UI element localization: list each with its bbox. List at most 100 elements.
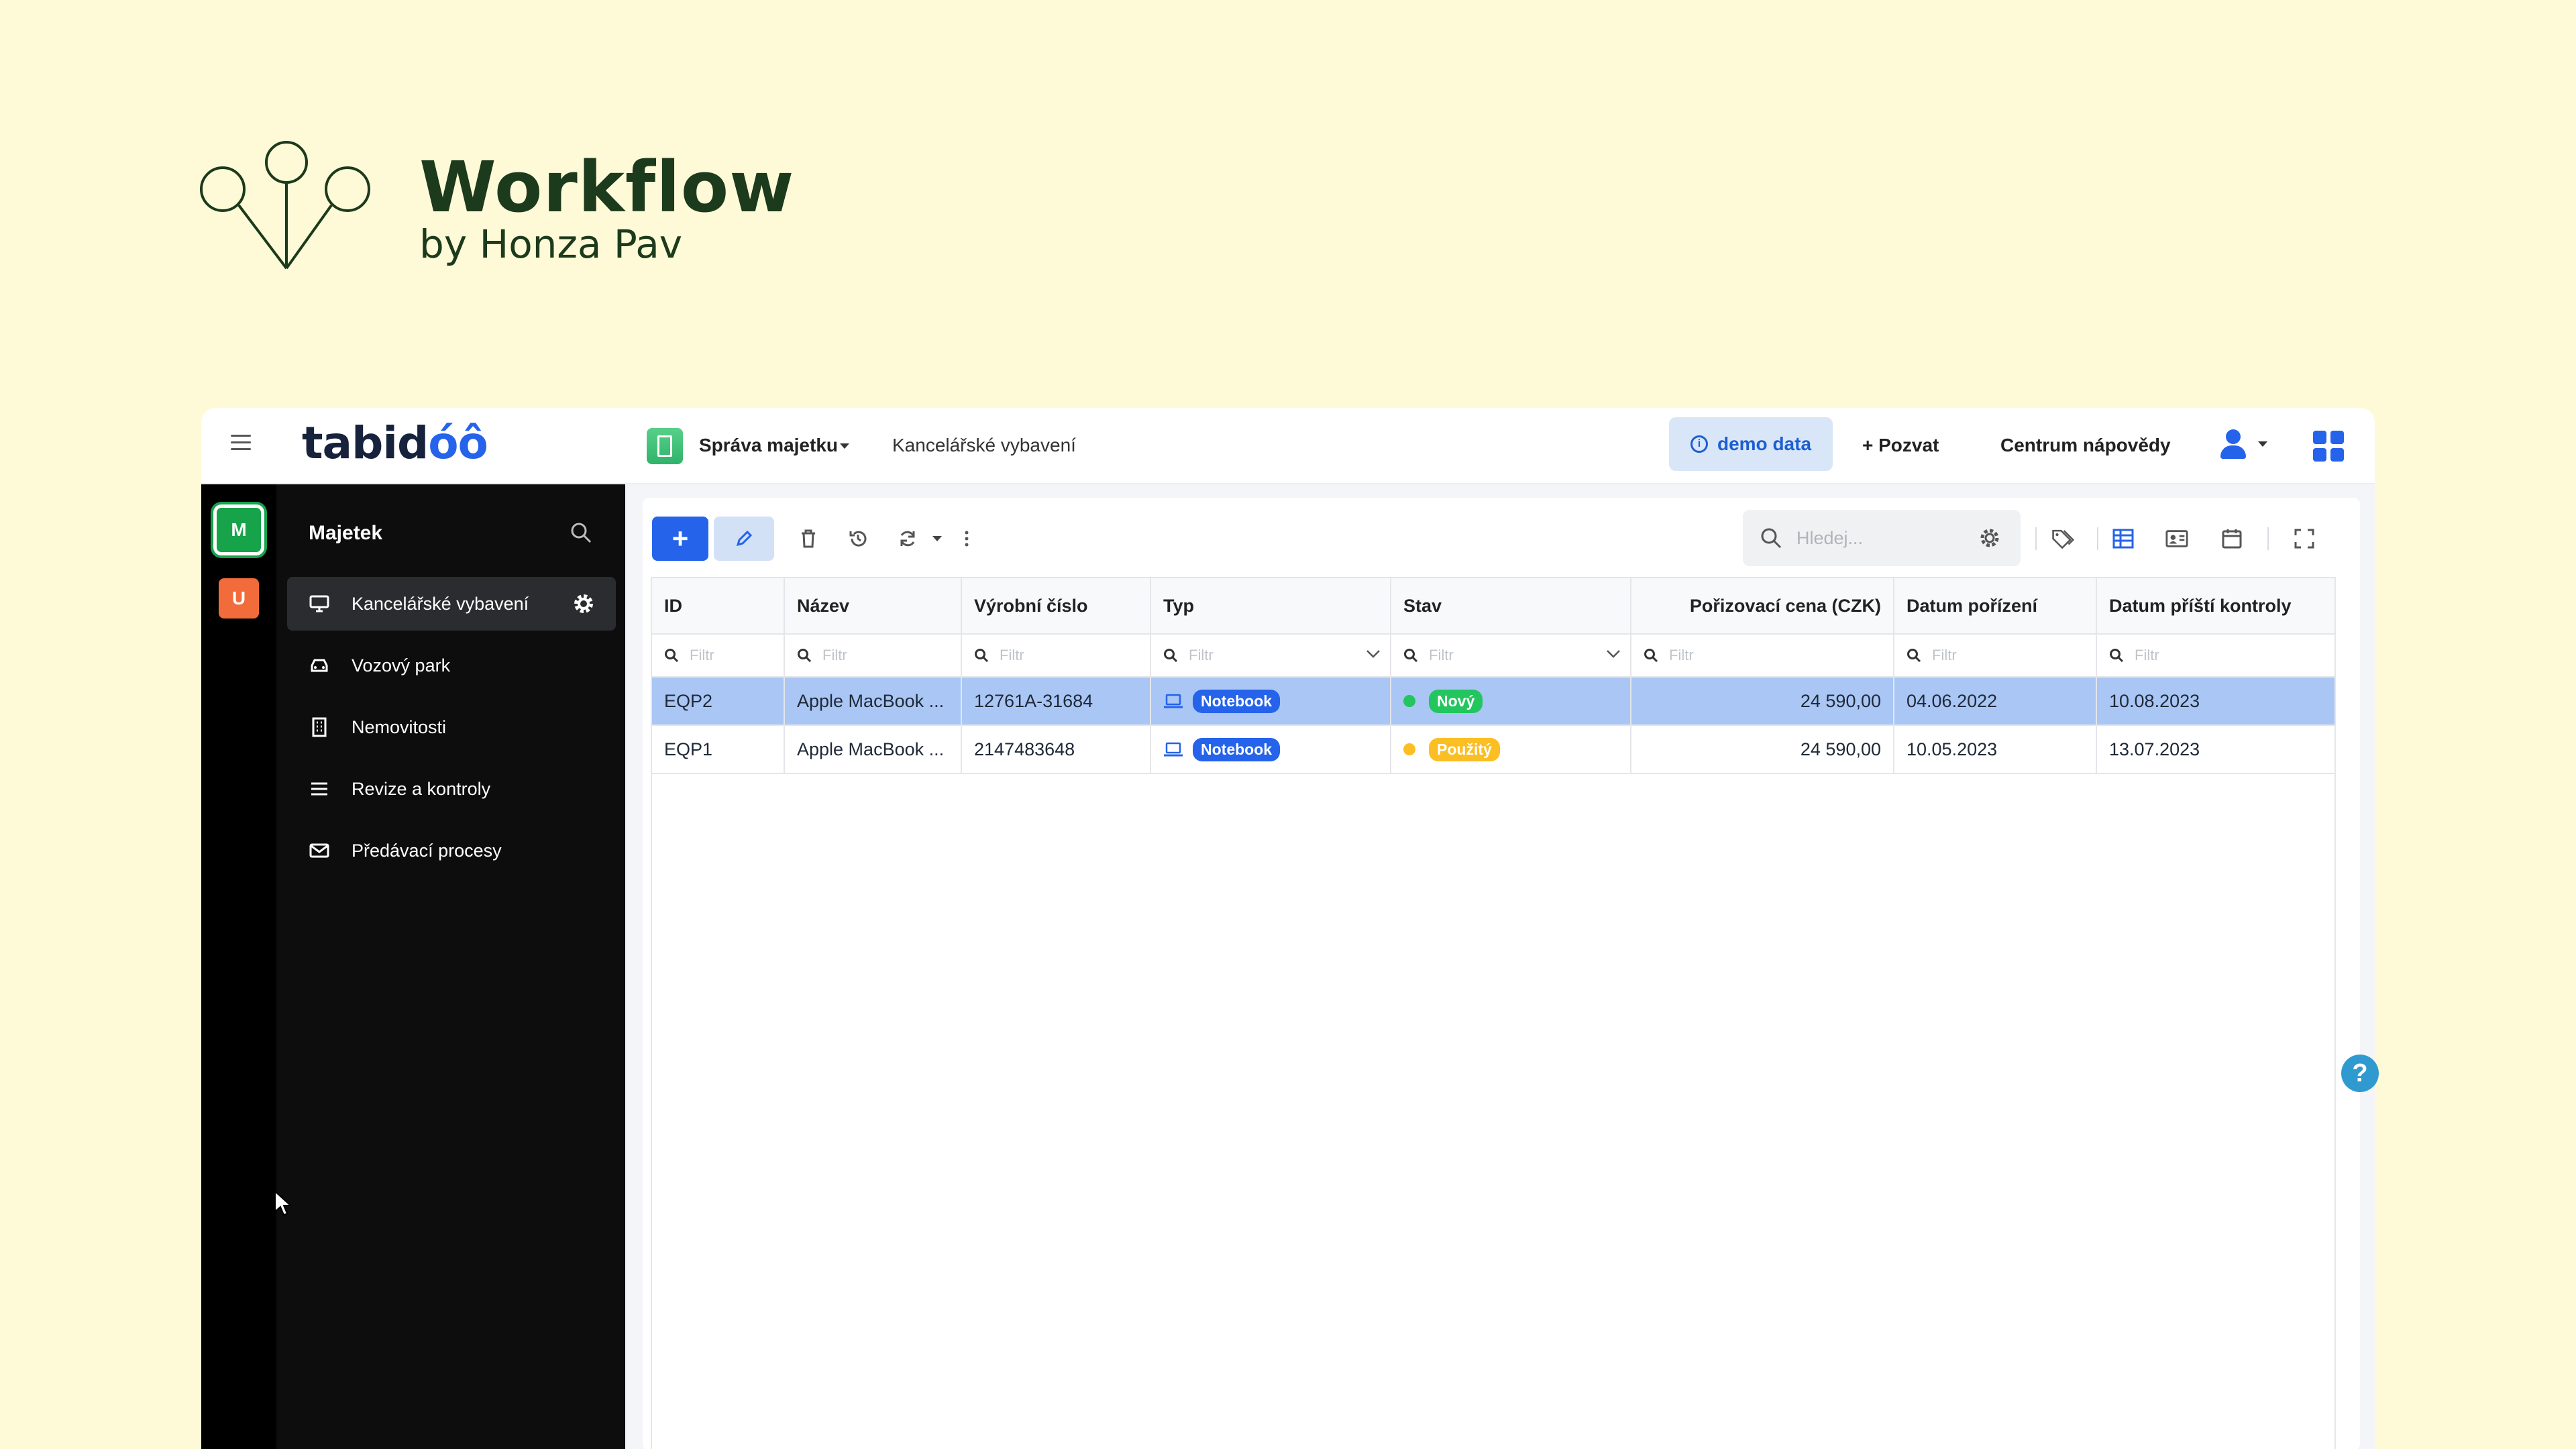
status-dot <box>1403 695 1415 707</box>
sidebar: Majetek Kancelářské vybavení Vozový park… <box>276 484 625 1449</box>
column-header-purchase-date[interactable]: Datum pořízení <box>1894 578 2097 633</box>
search-box <box>1743 510 2021 566</box>
module-dropdown[interactable]: Správa majetku <box>699 435 838 456</box>
column-header-status[interactable]: Stav <box>1391 578 1631 633</box>
edit-button[interactable] <box>714 517 774 561</box>
cell-next-check: 10.08.2023 <box>2109 690 2200 711</box>
gear-icon[interactable] <box>572 592 596 616</box>
column-header-serial[interactable]: Výrobní číslo <box>962 578 1151 633</box>
building-icon <box>307 715 331 739</box>
workflow-logo-icon <box>200 141 370 270</box>
fullscreen-icon[interactable] <box>2293 527 2316 550</box>
divider <box>2035 527 2037 550</box>
cell-purchase-date: 04.06.2022 <box>1894 678 2097 724</box>
list-icon <box>307 777 331 801</box>
calendar-view-icon[interactable] <box>2220 527 2243 550</box>
search-input[interactable] <box>1796 523 1971 553</box>
filter-name[interactable]: Filtr <box>785 635 962 676</box>
card-view-icon[interactable] <box>2165 527 2188 550</box>
cell-serial: 12761A-31684 <box>962 678 1151 724</box>
workspace-m[interactable]: M <box>213 504 264 555</box>
sidebar-item-handover[interactable]: Předávací procesy <box>287 824 616 877</box>
info-icon: i <box>1690 435 1708 453</box>
search-icon <box>1404 649 1418 663</box>
column-header-price[interactable]: Pořizovací cena (CZK) <box>1631 578 1894 633</box>
column-header-type[interactable]: Typ <box>1151 578 1391 633</box>
table-row[interactable]: EQP2 Apple MacBook ... 12761A-31684 Note… <box>652 678 2334 726</box>
filter-price[interactable]: Filtr <box>1631 635 1894 676</box>
status-dot <box>1403 743 1415 755</box>
column-header-name[interactable]: Název <box>785 578 962 633</box>
search-icon[interactable] <box>569 521 593 545</box>
cell-purchase-date: 10.05.2023 <box>1894 726 2097 773</box>
user-menu[interactable] <box>2220 429 2274 462</box>
filter-type[interactable]: Filtr <box>1151 635 1391 676</box>
table-header-row: ID Název Výrobní číslo Typ Stav Pořizova… <box>652 578 2334 635</box>
apps-grid-icon[interactable] <box>2313 431 2344 462</box>
tags-icon[interactable] <box>2051 527 2074 550</box>
caret-down-icon[interactable] <box>840 443 849 449</box>
search-icon <box>975 649 989 663</box>
sidebar-item-label: Vozový park <box>352 655 451 676</box>
demo-data-button[interactable]: i demo data <box>1669 417 1833 471</box>
sidebar-item-real-estate[interactable]: Nemovitosti <box>287 700 616 754</box>
search-icon <box>798 649 812 663</box>
cell-price: 24 590,00 <box>1631 726 1894 773</box>
records-table: ID Název Výrobní číslo Typ Stav Pořizova… <box>651 577 2336 1449</box>
filter-id[interactable]: Filtr <box>652 635 785 676</box>
more-vertical-icon[interactable] <box>955 527 978 550</box>
history-icon[interactable] <box>847 527 869 550</box>
refresh-options-caret-icon[interactable] <box>926 527 949 550</box>
column-header-id[interactable]: ID <box>652 578 785 633</box>
demo-data-label: demo data <box>1717 433 1812 454</box>
cell-price: 24 590,00 <box>1631 678 1894 724</box>
status-badge: Nový <box>1429 689 1483 713</box>
divider <box>2097 527 2098 550</box>
app-window: tabidóô Správa majetku Kancelářské vyb… <box>201 408 2375 1449</box>
cell-id: EQP2 <box>652 678 785 724</box>
brand-subtitle: by Honza Pav <box>419 221 683 267</box>
cell-name: Apple MacBook ... <box>785 678 962 724</box>
divider <box>2267 527 2269 550</box>
help-center-link[interactable]: Centrum nápovědy <box>2000 435 2171 456</box>
cell-status: Použitý <box>1391 726 1631 773</box>
user-icon <box>2226 429 2241 444</box>
refresh-icon[interactable] <box>896 527 919 550</box>
search-settings-gear-icon[interactable] <box>1978 526 2002 550</box>
workspace-u[interactable]: U <box>219 578 259 619</box>
cell-name: Apple MacBook ... <box>785 726 962 773</box>
hamburger-menu-icon[interactable] <box>231 435 251 455</box>
car-icon <box>307 653 331 678</box>
cell-serial: 2147483648 <box>962 726 1151 773</box>
table-view-icon[interactable] <box>2112 527 2135 550</box>
help-bubble-button[interactable]: ? <box>2341 1055 2379 1092</box>
add-record-button[interactable]: + <box>652 517 708 561</box>
sidebar-item-label: Nemovitosti <box>352 716 447 737</box>
sidebar-title: Majetek <box>309 522 383 544</box>
invite-button[interactable]: + Pozvat <box>1862 435 1939 456</box>
tabidoo-logo[interactable]: tabidóô <box>302 417 488 469</box>
search-icon <box>1164 649 1178 663</box>
table-row[interactable]: EQP1 Apple MacBook ... 2147483648 Notebo… <box>652 726 2334 774</box>
sidebar-item-inspections[interactable]: Revize a kontroly <box>287 762 616 816</box>
filter-row: Filtr Filtr Filtr Filtr Filtr Filtr Filt… <box>652 635 2334 678</box>
mouse-cursor-icon <box>274 1190 292 1216</box>
type-badge: Notebook <box>1193 689 1281 713</box>
type-badge: Notebook <box>1193 737 1281 761</box>
chevron-down-icon[interactable] <box>1606 649 1621 659</box>
filter-serial[interactable]: Filtr <box>962 635 1151 676</box>
main-area: + ID <box>625 484 2375 1449</box>
sidebar-item-fleet[interactable]: Vozový park <box>287 639 616 692</box>
trash-icon[interactable] <box>797 527 820 550</box>
chevron-down-icon[interactable] <box>1366 649 1381 659</box>
mail-icon <box>307 839 331 863</box>
search-icon <box>1644 649 1658 663</box>
sidebar-item-office-equipment[interactable]: Kancelářské vybavení <box>287 577 616 631</box>
filter-status[interactable]: Filtr <box>1391 635 1631 676</box>
filter-next-check[interactable]: Filtr <box>2097 635 2334 676</box>
building-module-icon[interactable] <box>647 428 683 464</box>
search-icon <box>1907 649 1921 663</box>
column-header-next-check[interactable]: Datum příští kontroly <box>2097 578 2334 633</box>
breadcrumb[interactable]: Kancelářské vybavení <box>892 435 1076 456</box>
filter-purchase-date[interactable]: Filtr <box>1894 635 2097 676</box>
